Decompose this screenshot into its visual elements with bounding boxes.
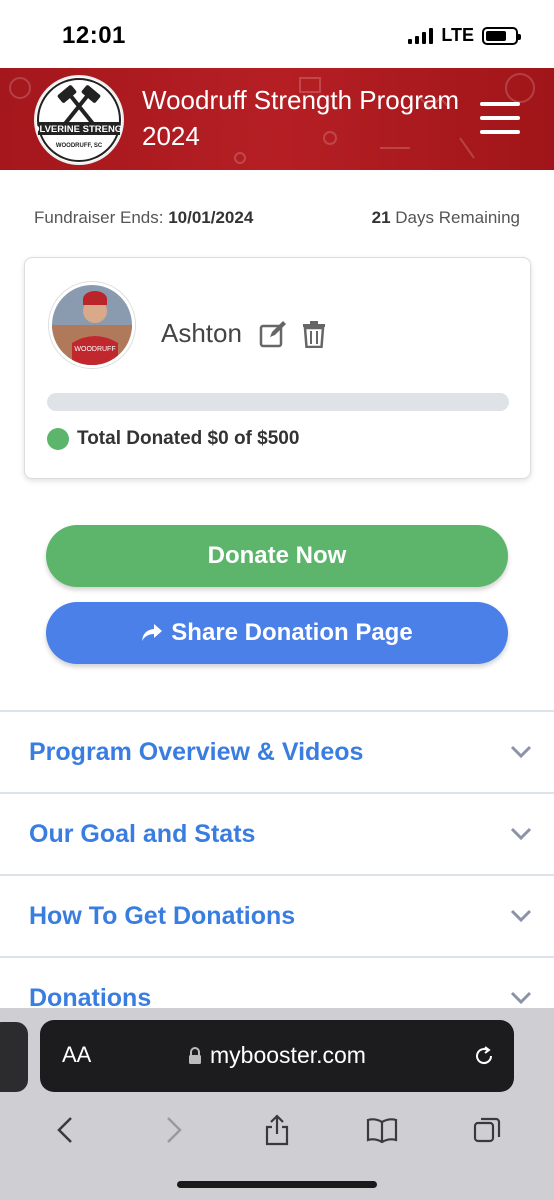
program-title: Woodruff Strength Program 2024: [142, 82, 482, 154]
signal-icon: [408, 27, 434, 44]
svg-text:WOODRUFF, SC: WOODRUFF, SC: [56, 143, 103, 149]
fundraiser-info: Fundraiser Ends: 10/01/2024 21 Days Rema…: [34, 208, 520, 228]
participant-name: Ashton: [161, 318, 242, 348]
status-indicators: LTE: [408, 25, 521, 46]
browser-chrome: AA mybooster.com: [0, 1008, 554, 1200]
ends-label: Fundraiser Ends:: [34, 208, 164, 227]
status-time: 12:01: [62, 22, 126, 49]
share-donation-page-button[interactable]: Share Donation Page: [46, 602, 508, 664]
trash-icon[interactable]: [301, 320, 327, 348]
chevron-down-icon: [510, 745, 532, 759]
days-remaining: 21 Days Remaining: [372, 208, 520, 228]
logo[interactable]: WOLVERINE STRENGTH WOODRUFF, SC: [34, 75, 124, 165]
battery-icon: [482, 26, 521, 45]
program-title-line1: Woodruff Strength Program: [142, 85, 459, 115]
info-accordion: Program Overview & Videos Our Goal and S…: [0, 710, 554, 1038]
network-label: LTE: [441, 25, 474, 45]
share-arrow-icon: [142, 624, 163, 641]
forward-icon[interactable]: [156, 1114, 188, 1146]
address-bar[interactable]: AA mybooster.com: [40, 1020, 514, 1092]
url-text: mybooster.com: [210, 1042, 366, 1068]
menu-icon[interactable]: [480, 102, 520, 134]
home-indicator: [177, 1181, 377, 1188]
donate-now-label: Donate Now: [207, 542, 347, 569]
previous-tab-preview[interactable]: [0, 1022, 28, 1092]
days-count: 21: [371, 208, 391, 227]
chevron-down-icon: [510, 991, 532, 1005]
lock-icon: [189, 1046, 202, 1064]
chevron-down-icon: [510, 909, 532, 923]
accordion-title: How To Get Donations: [29, 901, 296, 930]
donate-now-button[interactable]: Donate Now: [46, 525, 508, 587]
accordion-title: Our Goal and Stats: [29, 819, 256, 848]
status-bar: 12:01 LTE: [0, 0, 554, 68]
reload-icon[interactable]: [472, 1044, 496, 1068]
share-donation-page-label: Share Donation Page: [171, 619, 413, 646]
accordion-how-to-get-donations[interactable]: How To Get Donations: [0, 874, 554, 956]
accordion-program-overview[interactable]: Program Overview & Videos: [0, 710, 554, 792]
total-donated: Total Donated $0 of $500: [47, 428, 299, 450]
avatar: WOODRUFF: [49, 282, 135, 368]
participant-card: WOODRUFF Ashton Total Donated $0 of $500: [24, 257, 531, 479]
ends-date: 10/01/2024: [168, 208, 254, 227]
browser-toolbar: [0, 1100, 554, 1160]
url-display[interactable]: mybooster.com: [40, 1042, 514, 1069]
tabs-icon[interactable]: [471, 1114, 503, 1146]
bookmarks-icon[interactable]: [366, 1114, 398, 1146]
accordion-goal-stats[interactable]: Our Goal and Stats: [0, 792, 554, 874]
svg-text:WOLVERINE STRENGTH: WOLVERINE STRENGTH: [36, 124, 122, 135]
share-icon[interactable]: [261, 1114, 293, 1146]
edit-icon[interactable]: [259, 320, 287, 348]
fundraiser-end: Fundraiser Ends: 10/01/2024: [34, 208, 253, 228]
back-icon[interactable]: [51, 1114, 83, 1146]
total-donated-text: Total Donated $0 of $500: [77, 428, 300, 449]
svg-text:WOODRUFF: WOODRUFF: [74, 346, 115, 353]
program-title-line2: 2024: [142, 121, 200, 151]
logo-image: WOLVERINE STRENGTH WOODRUFF, SC: [36, 78, 122, 162]
status-dot-icon: [47, 428, 69, 450]
site-header: WOLVERINE STRENGTH WOODRUFF, SC Woodruff…: [0, 68, 554, 170]
accordion-title: Program Overview & Videos: [29, 737, 364, 766]
chevron-down-icon: [510, 827, 532, 841]
donation-progress-bar: [47, 393, 509, 411]
days-label: Days Remaining: [395, 208, 520, 227]
